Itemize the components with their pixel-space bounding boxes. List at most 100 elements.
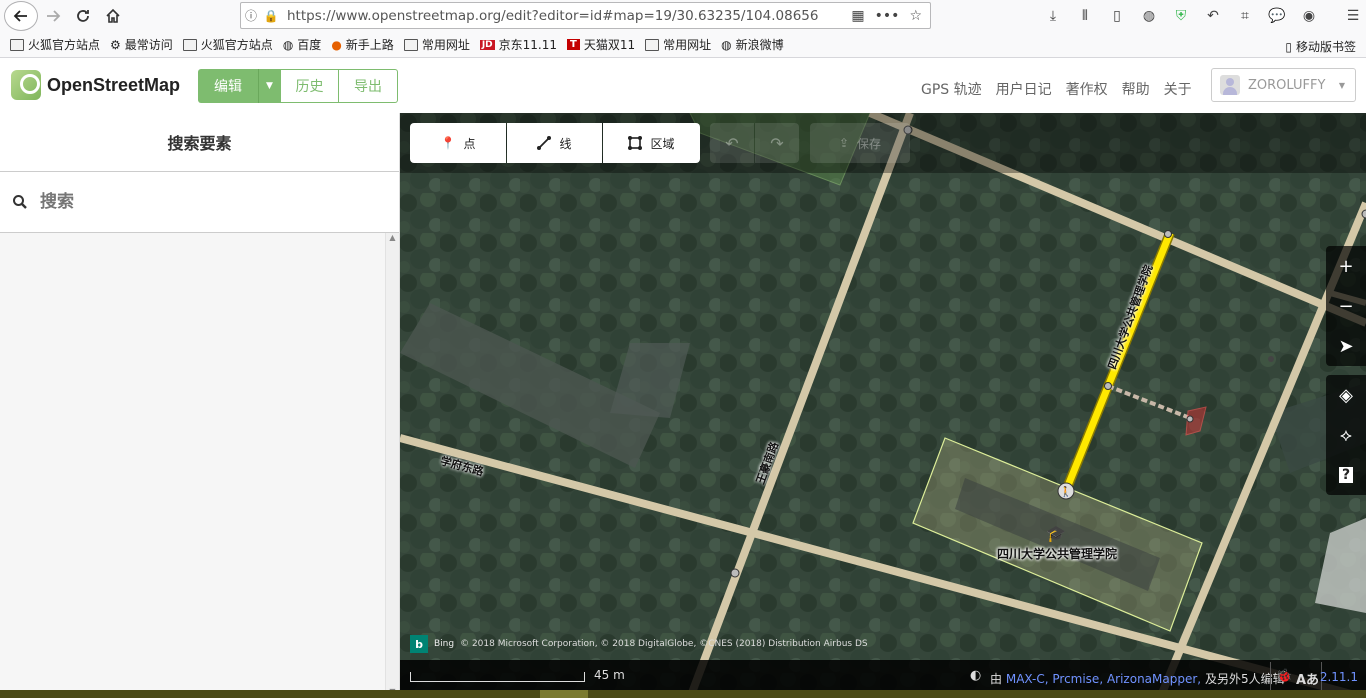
help-link[interactable]: 帮助 [1122, 79, 1150, 99]
add-area-button[interactable]: 区域 [603, 123, 700, 163]
bookmark-item[interactable]: ● 新手上路 [331, 36, 394, 53]
add-point-button[interactable]: 📍 点 [410, 123, 506, 163]
copyright-link[interactable]: 著作权 [1066, 79, 1108, 99]
search-input[interactable] [40, 192, 340, 212]
forward-button[interactable] [38, 1, 68, 31]
building-label: 四川大学公共管理学院 [997, 547, 1118, 561]
scale-label: 45 m [594, 668, 625, 682]
line-icon [537, 136, 552, 150]
feature-search-sidebar: 搜索要素 ▲ ▼ [0, 113, 400, 698]
plus-icon: + [1338, 255, 1354, 277]
bookmark-label: 火狐官方站点 [200, 38, 273, 52]
bookmark-item[interactable]: 火狐官方站点 [10, 36, 100, 53]
contributors-suffix[interactable]: 及另外5人编辑 [1205, 672, 1285, 686]
search-bar [0, 172, 399, 233]
scroll-up-icon[interactable]: ▲ [386, 233, 399, 242]
globe-icon: ◍ [721, 37, 732, 52]
more-actions-icon[interactable]: ••• [875, 8, 900, 24]
bookmark-item[interactable]: JD 京东11.11 [479, 36, 557, 53]
satellite-map[interactable]: 🚶 🎓 [400, 113, 1366, 698]
bookmark-star-icon[interactable]: ☆ [909, 8, 922, 24]
osm-header: OpenStreetMap 编辑 ▼ 历史 导出 GPS 轨迹 用户日记 著作权… [0, 58, 1366, 113]
bookmark-label: 百度 [297, 38, 322, 52]
vertex[interactable] [1268, 356, 1274, 362]
upload-icon: ⇪ [838, 136, 850, 150]
undo-button[interactable]: ↶ [710, 123, 754, 163]
sidebar-toggle-icon[interactable]: ▯ [1104, 3, 1130, 29]
bookmark-item[interactable]: 常用网址 [645, 36, 711, 53]
about-link[interactable]: 关于 [1164, 79, 1192, 99]
help-button[interactable]: ? [1326, 455, 1366, 495]
home-icon [106, 8, 120, 23]
forward-arrow-icon [47, 10, 61, 22]
export-button[interactable]: 导出 [339, 69, 398, 103]
globe-icon[interactable]: ◍ [1136, 3, 1162, 29]
vertex[interactable] [1164, 230, 1172, 238]
back-button[interactable] [4, 1, 38, 31]
taskbar-item[interactable] [540, 690, 588, 698]
edit-button[interactable]: 编辑 [198, 69, 258, 103]
bug-report-icon[interactable]: 🐞 [1276, 669, 1292, 684]
map-canvas[interactable]: 🚶 🎓 学府东路 王豪南路 四川大学公共管理学院 四川大学公共管理学院 📍 点 线… [400, 113, 1366, 698]
bookmark-label: 常用网址 [663, 38, 712, 52]
bookmark-item[interactable]: ◍ 新浪微博 [721, 36, 784, 53]
info-icon[interactable]: ⓘ [241, 7, 261, 24]
scale-bar[interactable] [410, 672, 585, 682]
edit-dropdown-button[interactable]: ▼ [258, 69, 280, 103]
home-button[interactable] [98, 1, 128, 31]
user-diaries-link[interactable]: 用户日记 [996, 79, 1052, 99]
library-icon[interactable]: ⫴ [1072, 3, 1098, 29]
vertex[interactable] [1104, 382, 1112, 390]
bookmark-label: 常用网址 [421, 38, 470, 52]
geolocate-button[interactable]: ➤ [1326, 326, 1366, 366]
url-bar[interactable]: ⓘ 🔒 https://www.openstreetmap.org/edit?e… [240, 2, 931, 29]
bookmark-item[interactable]: T 天猫双11 [567, 36, 635, 53]
bookmark-item[interactable]: 常用网址 [403, 36, 470, 53]
zoom-in-button[interactable]: + [1326, 246, 1366, 286]
lock-icon[interactable]: 🔒 [261, 9, 281, 23]
crop-icon[interactable]: ⌗ [1232, 3, 1258, 29]
user-menu[interactable]: ZOROLUFFY ▼ [1211, 68, 1356, 102]
chat-icon[interactable]: 💬 [1264, 3, 1290, 29]
translate-icon[interactable]: Aあ [1296, 669, 1319, 688]
bookmark-item[interactable]: ⚙ 最常访问 [110, 36, 173, 53]
history-button[interactable]: 历史 [280, 69, 339, 103]
menu-icon[interactable]: ☰ [1340, 3, 1366, 29]
username: ZOROLUFFY [1248, 77, 1326, 93]
add-line-button[interactable]: 线 [507, 123, 602, 163]
download-icon[interactable]: ⤓ [1040, 3, 1066, 29]
vertex[interactable] [1361, 209, 1366, 219]
reload-icon [77, 10, 89, 22]
eye-icon[interactable]: ◉ [1296, 3, 1322, 29]
vertex[interactable] [1186, 415, 1194, 423]
sidebar-scrollbar[interactable]: ▲ ▼ [385, 233, 399, 698]
search-icon [13, 195, 27, 209]
save-button[interactable]: ⇪ 保存 [810, 123, 910, 163]
folder-icon [182, 38, 197, 51]
firefox-icon: ● [331, 37, 342, 52]
gps-traces-link[interactable]: GPS 轨迹 [921, 79, 982, 99]
location-arrow-icon: ➤ [1338, 335, 1354, 357]
vertex[interactable] [730, 568, 740, 578]
add-area-label: 区域 [650, 136, 675, 151]
version-link[interactable]: 2.11.1 [1320, 670, 1358, 684]
url-text[interactable]: https://www.openstreetmap.org/edit?edito… [287, 8, 818, 24]
qr-code-icon[interactable]: ▦ [851, 8, 864, 24]
reload-button[interactable] [68, 1, 98, 31]
bookmark-item[interactable]: ◍ 百度 [283, 36, 322, 53]
osm-logo[interactable]: OpenStreetMap [11, 70, 180, 100]
edit-button-group: 编辑 ▼ 历史 导出 [198, 69, 398, 103]
redo-button[interactable]: ↷ [755, 123, 799, 163]
bookmark-label: 新手上路 [345, 38, 394, 52]
bookmark-label: 最常访问 [124, 38, 173, 52]
mobile-bookmarks[interactable]: ▯ 移动版书签 [1285, 38, 1356, 55]
zoom-out-button[interactable]: − [1326, 286, 1366, 326]
contributors-links[interactable]: MAX-C, Prcmise, ArizonaMapper, [1006, 672, 1201, 686]
header-links: GPS 轨迹 用户日记 著作权 帮助 关于 [921, 79, 1192, 99]
background-settings-button[interactable]: ◈ [1326, 375, 1366, 415]
bookmark-item[interactable]: 火狐官方站点 [182, 36, 273, 53]
undo-extension-icon[interactable]: ↶ [1200, 3, 1226, 29]
shield-extension-icon[interactable]: ⛨ [1168, 3, 1194, 29]
bookmark-label: 天猫双11 [583, 38, 636, 52]
map-data-button[interactable]: ⟡ [1326, 415, 1366, 455]
